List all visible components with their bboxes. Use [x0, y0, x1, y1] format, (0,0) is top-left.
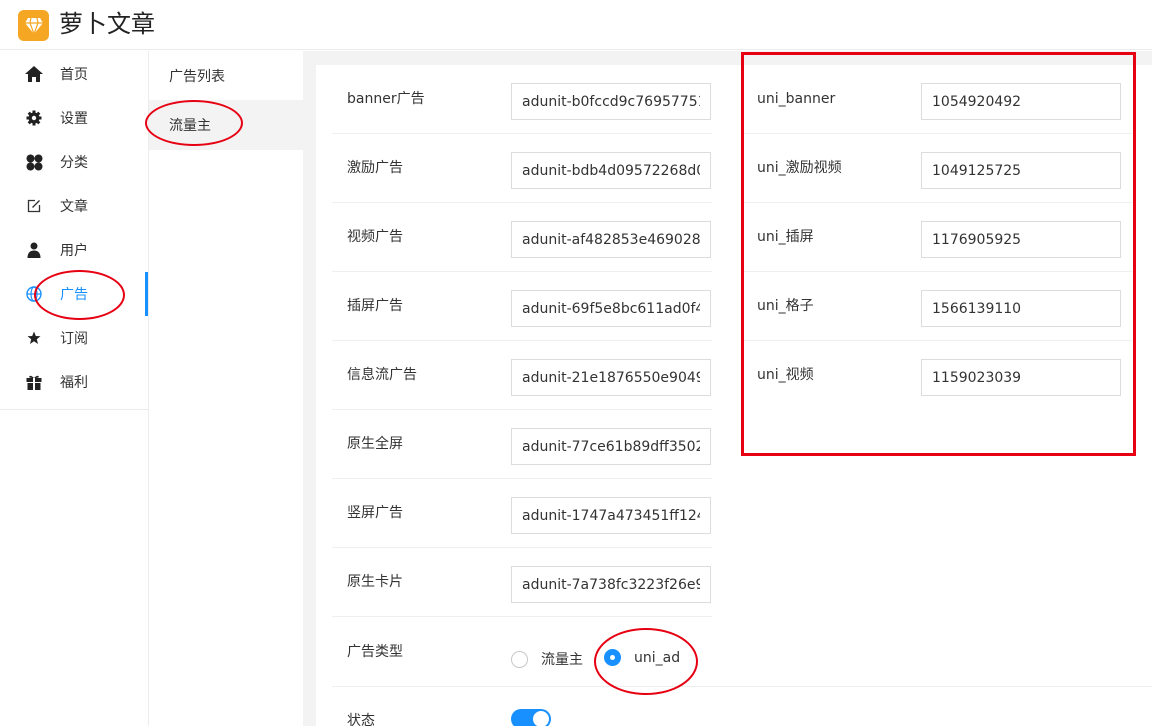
form-row: 原生卡片 [332, 548, 712, 617]
native-fullscreen-input[interactable] [511, 428, 711, 465]
home-icon [25, 65, 43, 83]
sidebar-item-label: 分类 [60, 155, 88, 171]
category-icon [25, 153, 43, 171]
field-label: 原生卡片 [347, 574, 403, 590]
sidebar-item-home[interactable]: 首页 [0, 52, 148, 96]
reward-ad-input[interactable] [511, 152, 711, 189]
form-row: 插屏广告 [332, 272, 712, 341]
form-row: 视频广告 [332, 203, 712, 272]
app-title: 萝卜文章 [59, 10, 155, 38]
sidebar-item-label: 福利 [60, 375, 88, 391]
field-label: 竖屏广告 [347, 505, 403, 521]
sidebar-item-settings[interactable]: 设置 [0, 96, 148, 140]
highlight-ellipse [594, 628, 698, 695]
sidebar-item-label: 用户 [60, 243, 88, 259]
banner-ad-input[interactable] [511, 83, 711, 120]
radio-label: 流量主 [541, 652, 583, 668]
sidebar: 首页 设置 分类 文章 用户 广告 订阅 福利 [0, 51, 149, 726]
highlight-ellipse [34, 270, 125, 320]
field-label: 插屏广告 [347, 298, 403, 314]
sidebar-item-label: 文章 [60, 199, 88, 215]
status-label: 状态 [347, 713, 375, 726]
sidebar-item-category[interactable]: 分类 [0, 140, 148, 184]
form-row: 原生全屏 [332, 410, 712, 479]
toggle-knob [533, 711, 549, 726]
form-row: 信息流广告 [332, 341, 712, 410]
sidebar-item-label: 设置 [60, 111, 88, 127]
sidebar-item-label: 订阅 [60, 331, 88, 347]
edit-icon [25, 197, 43, 215]
gift-icon [25, 373, 43, 391]
field-label: 信息流广告 [347, 367, 417, 383]
sidebar-item-subscribe[interactable]: 订阅 [0, 316, 148, 360]
ad-type-row: 广告类型 流量主 uni_ad [332, 617, 1152, 687]
user-icon [25, 241, 43, 259]
vertical-ad-input[interactable] [511, 497, 711, 534]
subnav-item-ad-list[interactable]: 广告列表 [149, 51, 303, 101]
sidebar-item-users[interactable]: 用户 [0, 228, 148, 272]
sidebar-item-benefits[interactable]: 福利 [0, 360, 148, 404]
diamond-icon[interactable] [18, 10, 49, 41]
field-label: 原生全屏 [347, 436, 403, 452]
sidebar-item-label: 首页 [60, 67, 88, 83]
star-icon [25, 329, 43, 347]
form-row: banner广告 [332, 65, 712, 134]
native-card-input[interactable] [511, 566, 711, 603]
ad-type-label: 广告类型 [347, 644, 403, 660]
radio-traffic-master[interactable]: 流量主 [511, 649, 583, 669]
feed-ad-input[interactable] [511, 359, 711, 396]
sidebar-item-articles[interactable]: 文章 [0, 184, 148, 228]
form-row: 激励广告 [332, 134, 712, 203]
status-row: 状态 [332, 687, 1152, 726]
interstitial-ad-input[interactable] [511, 290, 711, 327]
video-ad-input[interactable] [511, 221, 711, 258]
status-toggle[interactable] [511, 709, 551, 726]
form-row: 竖屏广告 [332, 479, 712, 548]
gear-icon [25, 109, 43, 127]
radio-circle[interactable] [511, 650, 528, 668]
sub-navigation: 广告列表 流量主 [149, 51, 303, 726]
field-label: 视频广告 [347, 229, 403, 245]
sidebar-menu: 首页 设置 分类 文章 用户 广告 订阅 福利 [0, 51, 148, 410]
field-label: 激励广告 [347, 160, 403, 176]
field-label: banner广告 [347, 91, 425, 107]
highlight-box [741, 52, 1136, 456]
app-header: 萝卜文章 [0, 0, 1152, 50]
highlight-ellipse [145, 100, 243, 146]
